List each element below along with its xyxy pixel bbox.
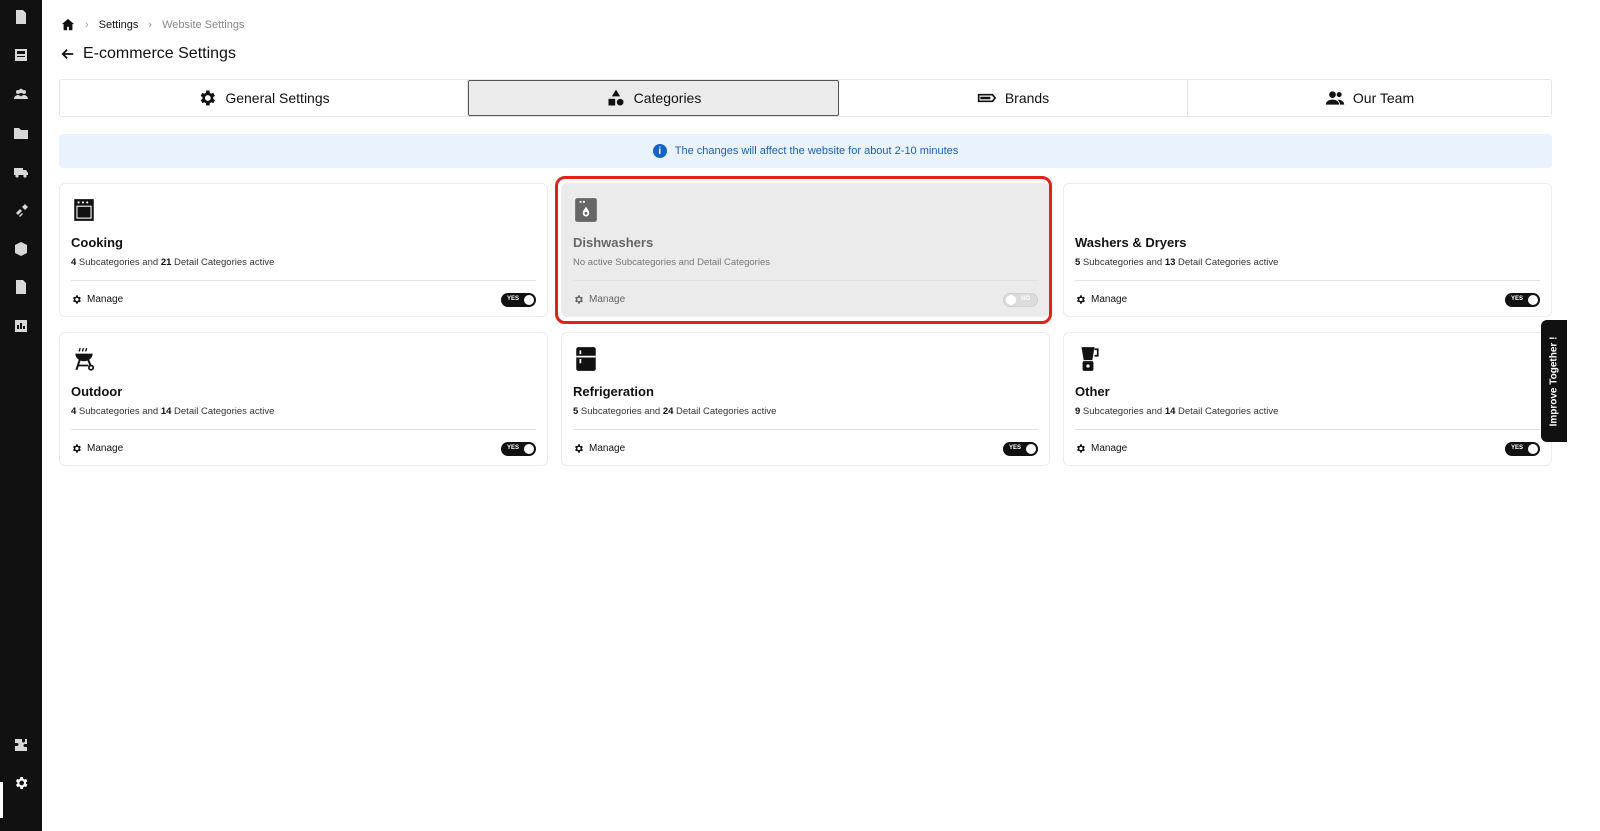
- category-name: Dishwashers: [573, 235, 654, 250]
- breadcrumb: › Settings › Website Settings: [61, 18, 244, 32]
- oven-icon: [71, 197, 97, 223]
- inventory-icon[interactable]: [12, 240, 30, 258]
- people-icon: [1325, 91, 1345, 105]
- category-summary: 4 Subcategories and 21 Detail Categories…: [71, 257, 275, 268]
- dishwasher-icon: [573, 197, 599, 223]
- settings-icon[interactable]: [12, 774, 30, 792]
- active-toggle[interactable]: NO: [1003, 293, 1038, 307]
- category-name: Washers & Dryers: [1075, 235, 1187, 250]
- category-name: Refrigeration: [573, 384, 654, 399]
- integrations-icon[interactable]: [12, 202, 30, 220]
- category-name: Outdoor: [71, 384, 123, 399]
- gear-icon: [575, 295, 583, 304]
- category-summary: 4 Subcategories and 14 Detail Categories…: [71, 406, 275, 417]
- customers-icon[interactable]: [12, 85, 30, 103]
- chevron-right-icon: ›: [85, 19, 89, 31]
- tab-label: Our Team: [1352, 90, 1415, 106]
- divider: [71, 429, 536, 430]
- divider: [573, 280, 1038, 281]
- manage-button[interactable]: Manage: [573, 443, 625, 454]
- home-icon[interactable]: [61, 18, 75, 32]
- blender-icon: [1075, 346, 1101, 372]
- category-summary: 5 Subcategories and 13 Detail Categories…: [1075, 257, 1279, 268]
- feedback-tab[interactable]: Improve Together !: [1541, 320, 1567, 442]
- tab-label: Categories: [633, 90, 702, 106]
- active-indicator: [0, 782, 3, 818]
- gear-icon: [73, 295, 81, 304]
- category-summary: 9 Subcategories and 14 Detail Categories…: [1075, 406, 1279, 417]
- manage-button[interactable]: Manage: [1075, 443, 1127, 454]
- plugins-icon[interactable]: [12, 736, 30, 754]
- grill-icon: [71, 346, 97, 372]
- breadcrumb-settings[interactable]: Settings: [99, 19, 139, 31]
- active-toggle[interactable]: YES: [501, 293, 536, 307]
- divider: [1075, 280, 1540, 281]
- info-icon: i: [652, 144, 667, 158]
- reports-icon[interactable]: [12, 317, 30, 335]
- shipping-icon[interactable]: [12, 163, 30, 181]
- divider: [71, 280, 536, 281]
- category-name: Other: [1075, 384, 1110, 399]
- tab-our-team[interactable]: Our Team: [1188, 80, 1551, 116]
- tab-label: Brands: [1004, 90, 1050, 106]
- orders-icon[interactable]: [12, 8, 30, 26]
- category-card-washers-dryers: Washers & Dryers 5 Subcategories and 13 …: [1063, 183, 1552, 317]
- tab-brands[interactable]: Brands: [839, 80, 1188, 116]
- page-header: E-commerce Settings: [61, 45, 236, 63]
- category-card-outdoor: Outdoor 4 Subcategories and 14 Detail Ca…: [59, 332, 548, 466]
- category-card-other: Other 9 Subcategories and 14 Detail Cate…: [1063, 332, 1552, 466]
- divider: [573, 429, 1038, 430]
- arrow-left-icon[interactable]: [61, 47, 75, 61]
- chevron-right-icon: ›: [148, 19, 153, 31]
- documents-icon[interactable]: [12, 278, 30, 296]
- manage-button[interactable]: Manage: [71, 294, 123, 305]
- page-title: E-commerce Settings: [83, 45, 236, 62]
- active-toggle[interactable]: YES: [501, 442, 536, 456]
- shapes-icon: [608, 89, 624, 106]
- sidebar: [0, 0, 42, 831]
- breadcrumb-website-settings: Website Settings: [162, 19, 245, 31]
- tab-categories[interactable]: Categories: [468, 80, 839, 116]
- category-name: Cooking: [71, 235, 123, 250]
- gear-icon: [201, 90, 216, 106]
- gear-icon: [575, 444, 583, 453]
- info-banner-text: The changes will affect the website for …: [674, 145, 959, 157]
- brand-tag-icon: [977, 93, 996, 103]
- fridge-icon: [573, 346, 599, 372]
- tab-bar: General Settings Categories Brands Our T…: [59, 79, 1552, 117]
- category-summary: 5 Subcategories and 24 Detail Categories…: [573, 406, 777, 417]
- category-summary: No active Subcategories and Detail Categ…: [573, 257, 770, 268]
- category-card-cooking: Cooking 4 Subcategories and 21 Detail Ca…: [59, 183, 548, 317]
- manage-button[interactable]: Manage: [573, 294, 625, 305]
- catalog-icon[interactable]: [12, 46, 30, 64]
- gear-icon: [1077, 295, 1085, 304]
- manage-button[interactable]: Manage: [71, 443, 123, 454]
- tab-general-settings[interactable]: General Settings: [60, 80, 468, 116]
- tab-label: General Settings: [225, 90, 330, 106]
- manage-button[interactable]: Manage: [1075, 294, 1127, 305]
- folders-icon[interactable]: [12, 124, 30, 142]
- active-toggle[interactable]: YES: [1505, 442, 1540, 456]
- info-banner: i The changes will affect the website fo…: [59, 134, 1552, 168]
- category-card-refrigeration: Refrigeration 5 Subcategories and 24 Det…: [561, 332, 1050, 466]
- active-toggle[interactable]: YES: [1003, 442, 1038, 456]
- category-card-dishwashers: Dishwashers No active Subcategories and …: [561, 183, 1050, 317]
- active-toggle[interactable]: YES: [1505, 293, 1540, 307]
- feedback-label: Improve Together !: [1548, 336, 1560, 426]
- divider: [1075, 429, 1540, 430]
- gear-icon: [73, 444, 81, 453]
- main-content: › Settings › Website Settings E-commerce…: [42, 0, 1600, 831]
- gear-icon: [1077, 444, 1085, 453]
